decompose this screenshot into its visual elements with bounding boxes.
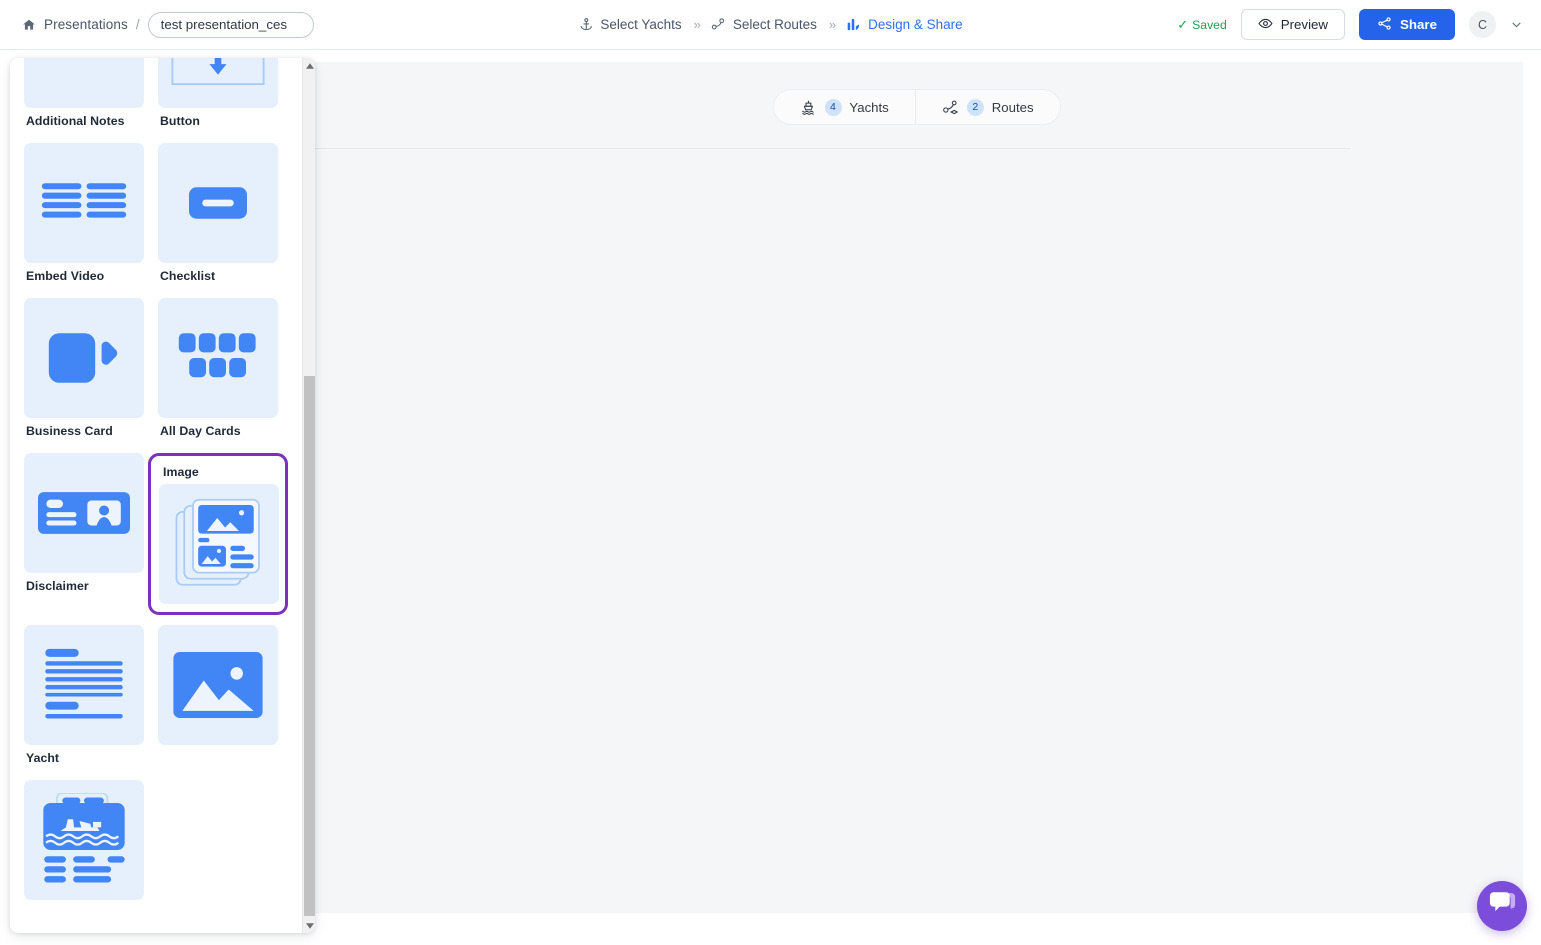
eye-icon bbox=[1258, 16, 1273, 34]
component-library-panel: Additional Notes Button Embed Video Chec… bbox=[10, 58, 315, 933]
checklist-blocks-icon bbox=[158, 298, 278, 418]
disclaimer-lines-icon bbox=[24, 625, 144, 745]
step-label: Design & Share bbox=[868, 17, 963, 32]
video-camera-icon bbox=[24, 298, 144, 418]
step-navigation: Select Yachts » Select Routes » Design &… bbox=[578, 17, 963, 32]
chevron-down-icon[interactable] bbox=[1510, 18, 1523, 31]
component-card-yacht[interactable]: Yacht bbox=[24, 625, 144, 770]
toggle-label-yachts: Yachts bbox=[849, 99, 889, 115]
avatar-initial: C bbox=[1477, 17, 1488, 32]
button-pill-icon bbox=[158, 143, 278, 263]
preview-button[interactable]: Preview bbox=[1240, 9, 1346, 40]
anchor-icon bbox=[578, 17, 593, 32]
chat-bubble-icon bbox=[1489, 891, 1516, 921]
top-bar-actions: ✓ Saved Preview Share C bbox=[1177, 9, 1523, 40]
toggle-segment-yachts[interactable]: 4 Yachts bbox=[773, 90, 914, 124]
component-label: All Day Cards bbox=[160, 424, 241, 438]
yachts-routes-toggle: 4 Yachts 2 Routes bbox=[772, 89, 1061, 125]
toggle-label-routes: Routes bbox=[991, 99, 1034, 115]
panel-scrollbar[interactable] bbox=[302, 58, 315, 933]
component-grid: Additional Notes Button Embed Video Chec… bbox=[24, 58, 290, 933]
component-card-yacht-thumb[interactable]: . bbox=[24, 780, 144, 925]
component-card-checklist[interactable]: Checklist bbox=[158, 143, 278, 288]
step-separator-2: » bbox=[828, 17, 836, 32]
saved-status: ✓ Saved bbox=[1177, 18, 1226, 32]
share-nodes-icon bbox=[1377, 16, 1392, 34]
saved-label: Saved bbox=[1192, 17, 1227, 32]
route-pin-icon bbox=[942, 99, 959, 116]
component-card-embed-video[interactable]: Embed Video bbox=[24, 143, 144, 288]
text-columns-icon bbox=[24, 143, 144, 263]
preview-button-label: Preview bbox=[1280, 17, 1329, 32]
toggle-segment-routes[interactable]: 2 Routes bbox=[914, 90, 1060, 124]
component-label: Embed Video bbox=[26, 269, 105, 283]
component-label: Business Card bbox=[26, 424, 113, 438]
yacht-card-icon bbox=[24, 780, 144, 900]
share-button-label: Share bbox=[1400, 17, 1437, 32]
route-pin-icon bbox=[711, 17, 726, 32]
component-label: Button bbox=[160, 114, 200, 128]
component-label: Image bbox=[163, 465, 199, 479]
check-icon: ✓ bbox=[1177, 17, 1189, 32]
component-label: Checklist bbox=[160, 269, 216, 283]
home-icon[interactable] bbox=[22, 18, 36, 32]
business-card-icon bbox=[24, 453, 144, 573]
component-card-all-day-cards[interactable]: All Day Cards bbox=[158, 298, 278, 443]
cards-stack-icon bbox=[159, 484, 279, 604]
component-label: Yacht bbox=[26, 751, 60, 765]
yachts-count-badge: 4 bbox=[824, 98, 842, 116]
avatar[interactable]: C bbox=[1469, 11, 1496, 38]
canvas-divider bbox=[310, 148, 1350, 149]
component-card-image[interactable]: . bbox=[158, 625, 278, 770]
step-label: Select Yachts bbox=[600, 17, 682, 32]
yacht-icon bbox=[799, 99, 816, 116]
component-label: Disclaimer bbox=[26, 579, 89, 593]
share-button[interactable]: Share bbox=[1359, 9, 1455, 40]
component-card-disclaimer[interactable]: Disclaimer bbox=[24, 453, 144, 615]
scroll-up-arrow[interactable] bbox=[303, 58, 315, 73]
toolbar-bar-icon bbox=[24, 58, 144, 108]
step-label: Select Routes bbox=[732, 17, 817, 32]
scroll-down-arrow[interactable] bbox=[303, 918, 315, 933]
breadcrumb: Presentations / bbox=[22, 11, 314, 38]
spacer-arrows-icon bbox=[158, 58, 278, 108]
component-card-button[interactable]: Button bbox=[158, 58, 278, 133]
breadcrumb-presentations-link[interactable]: Presentations bbox=[44, 17, 128, 32]
top-bar: Presentations / Select Yachts » Select R… bbox=[0, 0, 1541, 50]
presentation-title-input[interactable] bbox=[147, 11, 314, 38]
panel-scrollbar-thumb[interactable] bbox=[304, 376, 315, 916]
step-separator-1: » bbox=[693, 17, 701, 32]
step-select-routes[interactable]: Select Routes bbox=[711, 17, 817, 32]
component-card-image-selected[interactable]: Image bbox=[148, 453, 288, 615]
chat-support-button[interactable] bbox=[1477, 881, 1527, 931]
component-card-additional-notes[interactable]: Additional Notes bbox=[24, 58, 144, 133]
design-bars-icon bbox=[846, 17, 861, 32]
step-select-yachts[interactable]: Select Yachts bbox=[578, 17, 682, 32]
breadcrumb-separator: / bbox=[135, 17, 140, 32]
component-card-business-card[interactable]: Business Card bbox=[24, 298, 144, 443]
component-scroll-viewport[interactable]: Additional Notes Button Embed Video Chec… bbox=[10, 58, 302, 933]
step-design-and-share[interactable]: Design & Share bbox=[846, 17, 963, 32]
image-picture-icon bbox=[158, 625, 278, 745]
design-canvas: 4 Yachts 2 Routes bbox=[310, 62, 1523, 913]
canvas-header: 4 Yachts 2 Routes bbox=[310, 62, 1523, 148]
component-label: Additional Notes bbox=[26, 114, 125, 128]
routes-count-badge: 2 bbox=[966, 98, 984, 116]
